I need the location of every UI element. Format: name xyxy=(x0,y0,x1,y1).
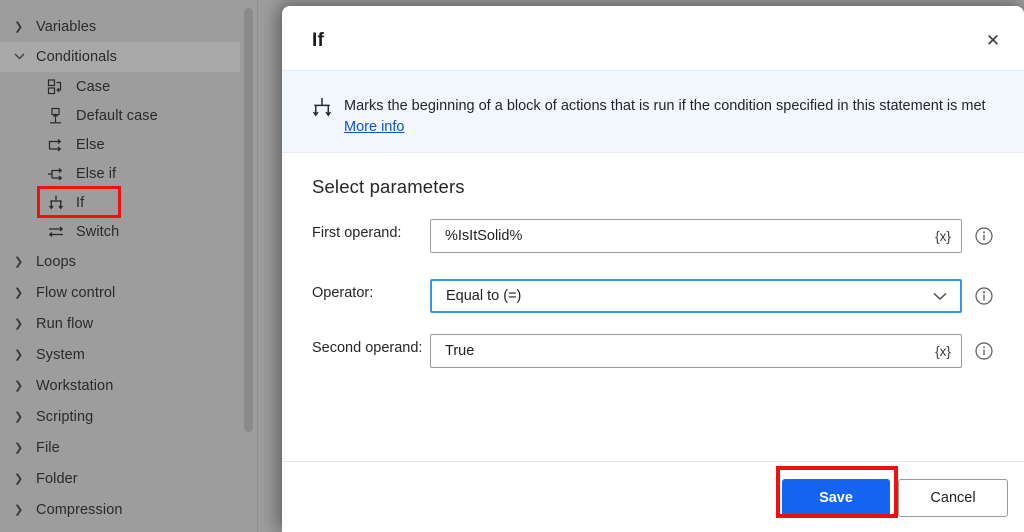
chevron-right-icon: ❯ xyxy=(14,348,24,361)
else-if-icon xyxy=(46,164,66,184)
first-operand-input[interactable] xyxy=(431,220,925,252)
close-icon[interactable]: ✕ xyxy=(972,24,1014,58)
more-info-link[interactable]: More info xyxy=(344,119,404,135)
info-icon[interactable] xyxy=(974,341,994,361)
chevron-right-icon: ❯ xyxy=(14,379,24,392)
second-operand-field[interactable]: {x} xyxy=(430,334,962,368)
operator-dropdown[interactable]: Equal to (=) xyxy=(430,279,962,313)
sidebar-group-label: Run flow xyxy=(36,316,94,332)
sidebar-item-else-if[interactable]: Else if xyxy=(0,159,240,189)
case-icon xyxy=(46,77,66,97)
dialog-info-banner: Marks the beginning of a block of action… xyxy=(282,70,1024,153)
dialog-form-body: Select parameters First operand: {x} xyxy=(282,153,1024,461)
actions-sidebar: ❯ Variables Conditionals Case Default ca… xyxy=(0,0,258,532)
info-icon[interactable] xyxy=(974,286,994,306)
sidebar-group-compression[interactable]: ❯ Compression xyxy=(0,495,240,525)
chevron-right-icon: ❯ xyxy=(14,255,24,268)
variable-picker-icon[interactable]: {x} xyxy=(925,220,961,252)
field-label: Operator: xyxy=(312,285,374,301)
sidebar-group-scripting[interactable]: ❯ Scripting xyxy=(0,402,240,432)
chevron-right-icon: ❯ xyxy=(14,286,24,299)
sidebar-scrollbar-thumb[interactable] xyxy=(244,8,253,432)
info-icon[interactable] xyxy=(974,226,994,246)
default-case-icon xyxy=(46,106,66,126)
dialog-title-bar: If ✕ xyxy=(282,6,1024,70)
sidebar-group-label: Folder xyxy=(36,471,78,487)
dialog-footer: Save Cancel xyxy=(282,461,1024,532)
sidebar-group-system[interactable]: ❯ System xyxy=(0,340,240,370)
sidebar-item-default-case[interactable]: Default case xyxy=(0,101,240,131)
cancel-button[interactable]: Cancel xyxy=(898,479,1008,517)
field-row-second-operand: Second operand: {x} xyxy=(282,334,1024,368)
sidebar-group-loops[interactable]: ❯ Loops xyxy=(0,247,240,277)
sidebar-group-label: Compression xyxy=(36,502,123,518)
section-title: Select parameters xyxy=(312,176,465,197)
sidebar-group-conditionals[interactable]: Conditionals xyxy=(0,42,240,72)
sidebar-group-run-flow[interactable]: ❯ Run flow xyxy=(0,309,240,339)
sidebar-group-folder[interactable]: ❯ Folder xyxy=(0,464,240,494)
highlight-box-if-item xyxy=(37,186,121,218)
switch-icon xyxy=(46,222,66,242)
second-operand-input[interactable] xyxy=(431,335,925,367)
chevron-down-icon xyxy=(14,52,32,63)
else-icon xyxy=(46,135,66,155)
sidebar-item-label: Else xyxy=(76,137,105,153)
chevron-right-icon: ❯ xyxy=(14,503,24,516)
sidebar-group-file[interactable]: ❯ File xyxy=(0,433,240,463)
save-button[interactable]: Save xyxy=(782,479,890,517)
field-row-operator: Operator: Equal to (=) xyxy=(282,279,1024,313)
sidebar-group-variables[interactable]: ❯ Variables xyxy=(0,12,240,42)
sidebar-item-label: Default case xyxy=(76,108,158,124)
sidebar-item-else[interactable]: Else xyxy=(0,130,240,160)
chevron-right-icon: ❯ xyxy=(14,410,24,423)
sidebar-item-label: Case xyxy=(76,79,111,95)
chevron-right-icon: ❯ xyxy=(14,472,24,485)
chevron-right-icon: ❯ xyxy=(14,441,24,454)
banner-description: Marks the beginning of a block of action… xyxy=(344,98,986,114)
if-action-dialog: If ✕ Marks the beginning of a block of a… xyxy=(282,6,1024,532)
sidebar-group-label: Flow control xyxy=(36,285,116,301)
sidebar-group-label: File xyxy=(36,440,60,456)
sidebar-item-case[interactable]: Case xyxy=(0,72,240,102)
field-row-first-operand: First operand: {x} xyxy=(282,219,1024,253)
chevron-down-icon[interactable] xyxy=(920,281,960,311)
sidebar-group-label: Workstation xyxy=(36,378,114,394)
first-operand-field[interactable]: {x} xyxy=(430,219,962,253)
sidebar-group-label: System xyxy=(36,347,85,363)
sidebar-item-switch[interactable]: Switch xyxy=(0,217,240,247)
chevron-right-icon: ❯ xyxy=(14,20,24,33)
sidebar-group-flow-control[interactable]: ❯ Flow control xyxy=(0,278,240,308)
sidebar-item-label: Switch xyxy=(76,224,120,240)
sidebar-group-label: Loops xyxy=(36,254,77,270)
sidebar-item-label: Else if xyxy=(76,166,117,182)
variable-picker-icon[interactable]: {x} xyxy=(925,335,961,367)
field-label: First operand: xyxy=(312,225,402,241)
sidebar-group-label: Variables xyxy=(36,19,97,35)
sidebar-group-label: Scripting xyxy=(36,409,94,425)
sidebar-divider xyxy=(257,0,258,532)
sidebar-group-workstation[interactable]: ❯ Workstation xyxy=(0,371,240,401)
if-icon xyxy=(310,96,334,120)
operator-selected-value: Equal to (=) xyxy=(446,288,522,304)
field-label: Second operand: xyxy=(312,340,423,356)
chevron-right-icon: ❯ xyxy=(14,317,24,330)
sidebar-group-label: Conditionals xyxy=(36,49,117,65)
dialog-title: If xyxy=(312,30,325,51)
app-backdrop: ❯ Variables Conditionals Case Default ca… xyxy=(0,0,1024,532)
